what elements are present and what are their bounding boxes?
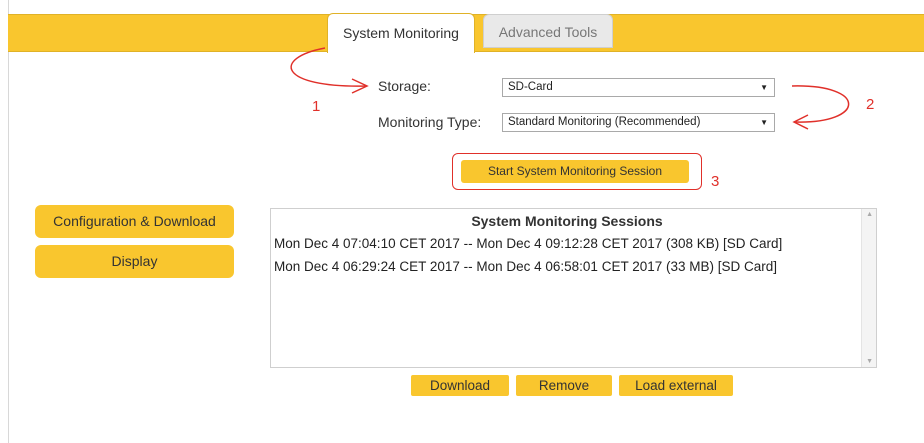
annotation-arrows (290, 47, 850, 130)
annotation-number-1: 1 (312, 98, 321, 115)
annotation-arrow-2 (791, 85, 850, 123)
annotation-number-2: 2 (866, 96, 875, 113)
annotation-number-3: 3 (711, 173, 720, 190)
